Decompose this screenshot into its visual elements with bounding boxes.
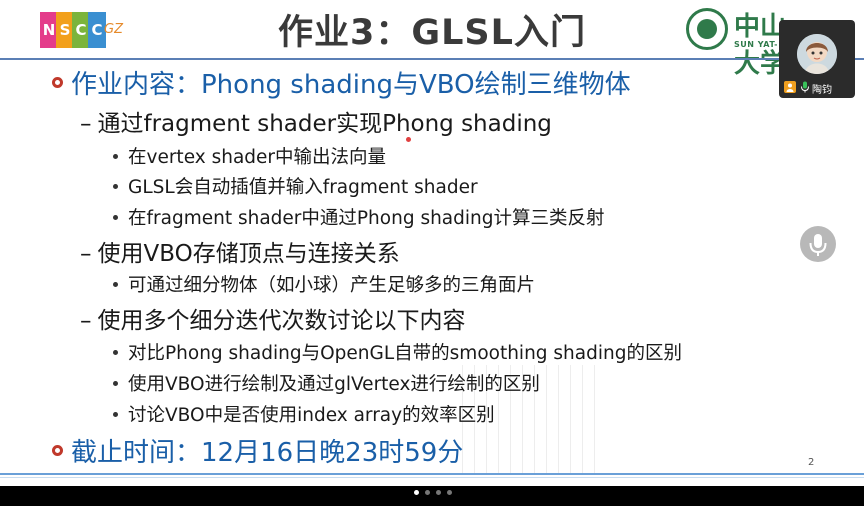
title-divider [0, 58, 864, 60]
slide-pager[interactable] [410, 490, 454, 496]
bullet-icon [52, 445, 63, 456]
participant-video-tile[interactable]: 陶钧 [779, 20, 855, 98]
pager-dot[interactable] [447, 490, 452, 495]
list-item-text: GLSL会自动插值并输入fragment shader [128, 177, 478, 198]
pager-dot-active[interactable] [414, 490, 419, 495]
background-line [594, 365, 595, 475]
avatar [797, 34, 837, 74]
section-heading: 截止时间：12月16日晚23时59分 [52, 432, 463, 469]
section-text: 截止时间：12月16日晚23时59分 [71, 438, 464, 468]
section-heading: 作业内容：Phong shading与VBO绘制三维物体 [52, 64, 631, 101]
slide: N S C C GZ 作业3：GLSL入门 中山大学 SUN YAT- 作业内容… [0, 0, 864, 486]
dot-bullet [113, 153, 118, 159]
university-emblem-icon [686, 8, 728, 50]
list-subitem: 使用VBO进行绘制及通过glVertex进行绘制的区别 [113, 370, 540, 396]
list-item-text: 可通过细分物体（如小球）产生足够多的三角面片 [128, 275, 536, 296]
dash-bullet: – [80, 111, 92, 137]
floating-mic-button[interactable] [800, 226, 836, 262]
microphone-icon [809, 234, 827, 256]
bullet-icon [52, 77, 63, 88]
background-line [582, 365, 583, 475]
background-line [546, 365, 547, 475]
list-item: – 使用VBO存储顶点与连接关系 [80, 234, 400, 268]
pager-dot[interactable] [436, 490, 441, 495]
dot-bullet [113, 183, 118, 189]
list-subitem: 在fragment shader中通过Phong shading计算三类反射 [113, 204, 605, 230]
list-item-text: 通过fragment shader实现Phong shading [97, 111, 552, 137]
list-item-text: 讨论VBO中是否使用index array的效率区别 [128, 405, 495, 426]
list-item: – 通过fragment shader实现Phong shading [80, 104, 552, 138]
list-item-text: 使用VBO进行绘制及通过glVertex进行绘制的区别 [128, 374, 540, 395]
list-item: – 使用多个细分迭代次数讨论以下内容 [80, 301, 466, 335]
dash-bullet: – [80, 308, 92, 334]
footer-divider [0, 473, 864, 475]
microphone-icon [801, 81, 809, 93]
dot-bullet [113, 411, 118, 417]
participant-name: 陶钧 [812, 85, 832, 96]
pager-dot[interactable] [425, 490, 430, 495]
background-line [558, 365, 559, 475]
list-subitem: GLSL会自动插值并输入fragment shader [113, 173, 478, 199]
list-item-text: 使用VBO存储顶点与连接关系 [97, 241, 400, 267]
footer-divider-thin [0, 477, 864, 478]
laser-pointer-dot [406, 137, 411, 142]
dot-bullet [113, 349, 118, 355]
list-subitem: 可通过细分物体（如小球）产生足够多的三角面片 [113, 271, 535, 297]
list-subitem: 讨论VBO中是否使用index array的效率区别 [113, 401, 495, 427]
sysu-logo: 中山大学 SUN YAT- [686, 8, 786, 79]
dot-bullet [113, 380, 118, 386]
list-item-text: 对比Phong shading与OpenGL自带的smoothing shadi… [128, 343, 682, 364]
user-icon [784, 81, 796, 93]
page-number: 2 [808, 457, 815, 468]
list-item-text: 使用多个细分迭代次数讨论以下内容 [97, 308, 466, 334]
list-subitem: 在vertex shader中输出法向量 [113, 143, 386, 169]
list-item-text: 在fragment shader中通过Phong shading计算三类反射 [128, 208, 605, 229]
dot-bullet [113, 214, 118, 220]
background-line [570, 365, 571, 475]
list-item-text: 在vertex shader中输出法向量 [128, 147, 387, 168]
list-subitem: 对比Phong shading与OpenGL自带的smoothing shadi… [113, 339, 682, 365]
section-text: 作业内容：Phong shading与VBO绘制三维物体 [71, 70, 631, 100]
dash-bullet: – [80, 241, 92, 267]
dot-bullet [113, 281, 118, 287]
university-name-en: SUN YAT- [734, 40, 778, 49]
